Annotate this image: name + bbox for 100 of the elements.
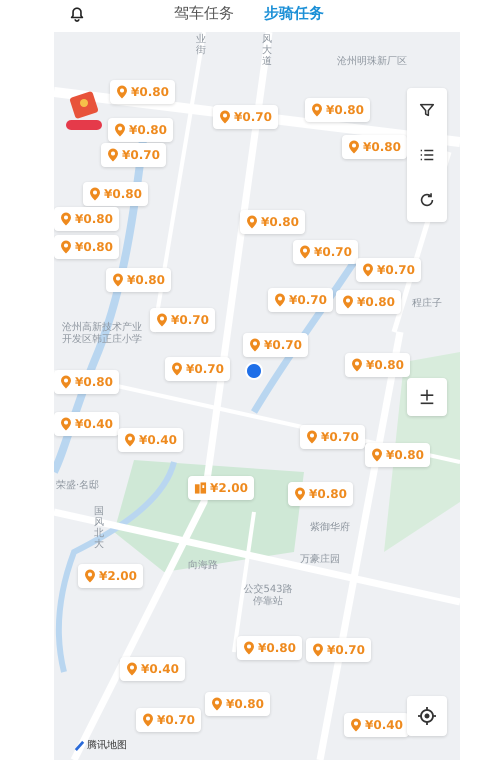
task-tab[interactable]: 步骑任务	[264, 4, 324, 22]
location-pin-icon	[156, 313, 168, 327]
location-pin-icon	[294, 487, 306, 501]
price-marker[interactable]: ¥0.70	[356, 258, 421, 282]
price-marker[interactable]: ¥0.70	[243, 333, 308, 357]
price-marker[interactable]: ¥0.80	[106, 268, 171, 292]
location-pin-icon	[112, 273, 124, 287]
price-marker[interactable]: ¥0.80	[240, 210, 305, 234]
price-marker[interactable]: ¥0.80	[54, 235, 119, 259]
location-pin-icon	[116, 85, 128, 99]
location-pin-icon	[107, 148, 119, 162]
plus-minus-icon	[418, 388, 436, 406]
price-text: ¥0.80	[129, 123, 167, 137]
place-name: 沧州高新技术产业开发区韩正庄小学	[62, 322, 143, 346]
price-marker[interactable]: ¥0.40	[54, 412, 119, 436]
location-pin-icon	[60, 417, 72, 431]
price-marker[interactable]: ¥0.70	[213, 105, 278, 129]
price-marker[interactable]: ¥0.80	[108, 118, 173, 142]
price-marker[interactable]: ¥0.70	[293, 240, 358, 264]
location-pin-icon	[243, 641, 255, 655]
location-pin-icon	[306, 430, 318, 444]
location-pin-icon	[362, 263, 374, 277]
price-marker[interactable]: ¥0.80	[54, 370, 119, 394]
location-pin-icon	[60, 240, 72, 254]
price-text: ¥0.70	[234, 110, 272, 124]
task-tab[interactable]: 驾车任务	[174, 4, 234, 22]
price-marker[interactable]: ¥0.70	[300, 425, 365, 449]
location-pin-icon	[249, 338, 261, 352]
current-location-dot	[245, 362, 263, 380]
location-pin-icon	[342, 295, 354, 309]
price-text: ¥0.80	[75, 212, 113, 226]
price-text: ¥0.80	[258, 641, 296, 655]
price-text: ¥0.80	[131, 85, 169, 99]
price-text: ¥0.40	[141, 662, 179, 676]
place-name: 紫御华府	[310, 522, 350, 534]
price-text: ¥0.40	[75, 417, 113, 431]
location-pin-icon	[126, 662, 138, 676]
price-marker[interactable]: ¥0.70	[136, 708, 201, 732]
price-text: ¥0.80	[309, 487, 347, 501]
location-pin-icon	[311, 103, 323, 117]
price-text: ¥0.80	[386, 448, 424, 462]
locate-icon	[417, 706, 437, 726]
parcel-icon	[194, 481, 207, 495]
location-pin-icon	[312, 643, 324, 657]
price-marker[interactable]: ¥0.80	[342, 135, 407, 159]
price-text: ¥0.70	[321, 430, 359, 444]
location-pin-icon	[89, 187, 101, 201]
price-marker[interactable]: ¥0.80	[345, 353, 410, 377]
map-logo-icon	[74, 740, 85, 750]
price-marker[interactable]: ¥0.70	[306, 638, 371, 662]
price-text: ¥2.00	[210, 481, 248, 495]
price-marker[interactable]: ¥0.80	[365, 443, 430, 467]
location-pin-icon	[114, 123, 126, 137]
price-marker[interactable]: ¥0.80	[237, 636, 302, 660]
price-text: ¥0.80	[357, 295, 395, 309]
price-marker[interactable]: ¥0.80	[110, 80, 175, 104]
price-text: ¥0.80	[104, 187, 142, 201]
price-text: ¥2.00	[99, 569, 137, 583]
price-text: ¥0.80	[261, 215, 299, 229]
price-text: ¥0.40	[365, 718, 403, 732]
price-marker[interactable]: ¥0.70	[101, 143, 166, 167]
price-text: ¥0.80	[366, 358, 404, 372]
location-pin-icon	[142, 713, 154, 727]
price-marker[interactable]: ¥0.80	[336, 290, 401, 314]
price-text: ¥0.80	[226, 697, 264, 711]
place-name: 沧州明珠新厂区	[337, 56, 407, 68]
location-pin-icon	[84, 569, 96, 583]
price-marker[interactable]: ¥0.40	[118, 428, 183, 452]
location-pin-icon	[274, 293, 286, 307]
price-marker[interactable]: ¥0.80	[305, 98, 370, 122]
location-pin-icon	[348, 140, 360, 154]
price-text: ¥0.70	[122, 148, 160, 162]
price-text: ¥0.70	[314, 245, 352, 259]
refresh-icon[interactable]	[418, 190, 436, 209]
location-pin-icon	[60, 212, 72, 226]
price-marker[interactable]: ¥0.40	[344, 713, 409, 737]
price-marker[interactable]: ¥0.80	[205, 692, 270, 716]
price-text: ¥0.80	[326, 103, 364, 117]
map-attribution: 腾讯地图	[87, 738, 127, 752]
place-name: 万豪庄园	[300, 554, 340, 566]
place-name: 程庄子	[412, 298, 442, 310]
price-marker[interactable]: ¥0.40	[120, 657, 185, 681]
price-text: ¥0.70	[171, 313, 209, 327]
price-marker[interactable]: ¥0.70	[268, 288, 333, 312]
location-pin-icon	[371, 448, 383, 462]
price-marker[interactable]: ¥0.70	[165, 357, 230, 381]
location-pin-icon	[171, 362, 183, 376]
price-marker[interactable]: ¥0.80	[83, 182, 148, 206]
road-name: 向海路	[188, 560, 218, 572]
price-text: ¥0.70	[264, 338, 302, 352]
price-marker[interactable]: ¥0.80	[288, 482, 353, 506]
zoom-button[interactable]	[407, 378, 447, 416]
locate-button[interactable]	[407, 696, 447, 736]
price-marker[interactable]: ¥2.00	[188, 476, 254, 500]
price-text: ¥0.80	[127, 273, 165, 287]
price-marker[interactable]: ¥2.00	[78, 564, 143, 588]
price-marker[interactable]: ¥0.80	[54, 207, 119, 231]
price-marker[interactable]: ¥0.70	[150, 308, 215, 332]
location-pin-icon	[351, 358, 363, 372]
price-text: ¥0.70	[289, 293, 327, 307]
